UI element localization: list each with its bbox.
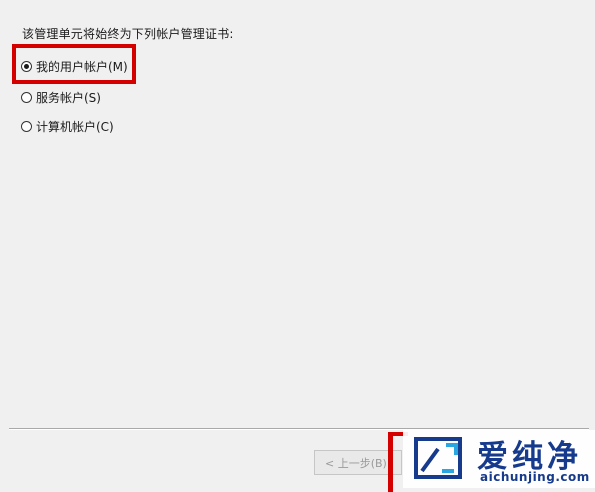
radio-label-my-user-account: 我的用户帐户(M) — [36, 59, 128, 74]
radio-my-user-account[interactable]: 我的用户帐户(M) — [21, 58, 128, 74]
radio-unselected-icon[interactable] — [21, 91, 32, 103]
radio-label-computer-account: 计算机帐户(C) — [36, 119, 114, 134]
radio-label-service-account: 服务帐户(S) — [36, 90, 101, 105]
watermark-domain: aichunjing.com — [480, 470, 590, 484]
radio-service-account[interactable]: 服务帐户(S) — [21, 89, 101, 105]
radio-unselected-icon[interactable] — [21, 120, 32, 132]
watermark: 爱纯净 aichunjing.com — [403, 430, 595, 488]
radio-selected-icon[interactable] — [21, 60, 32, 72]
dialog-prompt: 该管理单元将始终为下列帐户管理证书: — [22, 27, 234, 41]
window-logo-icon — [414, 437, 462, 479]
radio-computer-account[interactable]: 计算机帐户(C) — [21, 118, 114, 134]
